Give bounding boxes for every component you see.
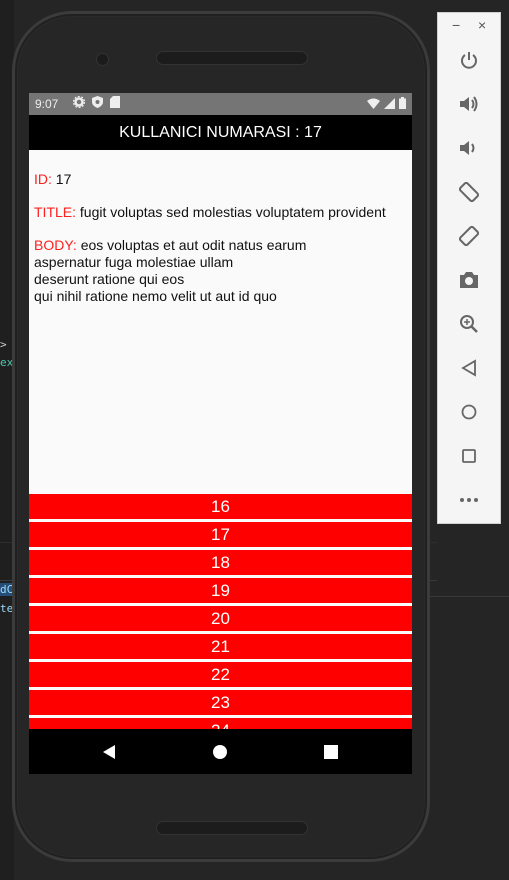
wifi-icon (367, 98, 380, 109)
rotate-right-icon (458, 225, 480, 247)
volume-up-icon (460, 96, 478, 112)
back-icon (461, 359, 476, 377)
title-label: TITLE: (34, 204, 77, 220)
device-screen: 9:07 KULLANICI NUMARASI : 17 ID: 17 TITL… (29, 93, 412, 774)
minimize-button[interactable]: − (452, 17, 460, 33)
id-label: ID: (34, 171, 52, 187)
list-item[interactable]: 20 (29, 606, 412, 631)
top-speaker (156, 51, 308, 65)
more-icon (460, 498, 478, 502)
back-icon[interactable] (99, 742, 119, 762)
screenshot-button[interactable] (456, 267, 482, 293)
list-item[interactable]: 21 (29, 634, 412, 659)
title-value: fugit voluptas sed molestias voluptatem … (79, 204, 386, 220)
body-label: BODY: (34, 237, 77, 253)
overview-icon (462, 449, 476, 463)
camera-icon (460, 272, 478, 288)
zoom-icon (460, 315, 478, 333)
editor-divider-2 (430, 596, 509, 597)
id-value: 17 (55, 171, 72, 187)
user-number-list: 16 17 18 19 20 21 22 23 24 (29, 494, 412, 746)
status-time: 9:07 (35, 97, 59, 111)
list-item[interactable]: 17 (29, 522, 412, 547)
home-icon (461, 404, 477, 420)
list-item[interactable]: 19 (29, 578, 412, 603)
zoom-button[interactable] (456, 311, 482, 337)
emulator-back-button[interactable] (456, 355, 482, 381)
close-button[interactable]: × (478, 17, 486, 33)
front-camera (97, 54, 108, 65)
list-item[interactable]: 18 (29, 550, 412, 575)
list-item[interactable]: 16 (29, 494, 412, 519)
android-nav-bar (29, 729, 412, 774)
volume-down-icon (460, 141, 475, 155)
power-icon (461, 52, 477, 69)
shield-icon (92, 96, 103, 108)
emulator-home-button[interactable] (456, 399, 482, 425)
body-row: BODY: eos voluptas et aut odit natus ear… (34, 237, 412, 305)
post-detail: ID: 17 TITLE: fugit voluptas sed molesti… (34, 171, 412, 305)
more-button[interactable] (456, 487, 482, 513)
rotate-right-button[interactable] (456, 223, 482, 249)
app-header: KULLANICI NUMARASI : 17 (29, 115, 412, 150)
emulator-toolbar: − × (437, 12, 501, 524)
settings-icon (73, 96, 85, 108)
rotate-left-icon (458, 181, 480, 203)
volume-up-button[interactable] (456, 91, 482, 117)
id-row: ID: 17 (34, 171, 412, 187)
volume-down-button[interactable] (456, 135, 482, 161)
sd-card-icon (110, 96, 120, 108)
signal-icon (384, 97, 395, 109)
home-icon[interactable] (210, 742, 230, 762)
list-item[interactable]: 23 (29, 690, 412, 715)
rotate-left-button[interactable] (456, 179, 482, 205)
power-button[interactable] (456, 47, 482, 73)
battery-icon (399, 97, 406, 109)
emulator-overview-button[interactable] (456, 443, 482, 469)
status-bar: 9:07 (29, 93, 412, 115)
title-row: TITLE: fugit voluptas sed molestias volu… (34, 204, 412, 220)
bottom-speaker (156, 821, 308, 835)
editor-chevron: > (0, 338, 7, 351)
recents-icon[interactable] (321, 742, 341, 762)
list-item[interactable]: 22 (29, 662, 412, 687)
